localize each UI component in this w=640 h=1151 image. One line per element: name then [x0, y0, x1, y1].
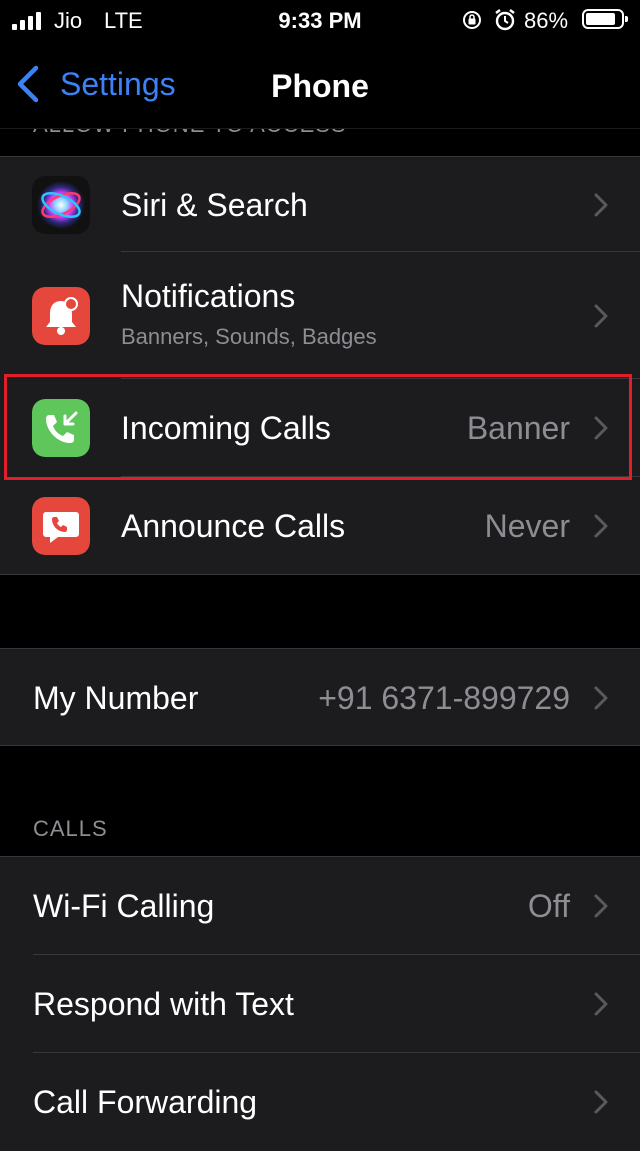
section-header-calls: CALLS — [33, 816, 108, 841]
chevron-right-icon — [594, 992, 608, 1016]
chevron-right-icon — [594, 1090, 608, 1114]
row-wifi-calling[interactable]: Wi-Fi Calling Off — [0, 857, 640, 955]
row-call-forwarding[interactable]: Call Forwarding — [0, 1053, 640, 1151]
row-notifications[interactable]: Notifications Banners, Sounds, Badges — [0, 252, 640, 379]
siri-icon — [32, 175, 90, 234]
row-label: Notifications — [121, 278, 296, 314]
row-label: Respond with Text — [33, 986, 294, 1022]
row-announce-calls[interactable]: Announce Calls Never — [0, 477, 640, 575]
row-my-number[interactable]: My Number +91 6371-899729 — [0, 649, 640, 746]
battery-icon — [582, 9, 628, 29]
row-label: Call Forwarding — [33, 1084, 258, 1120]
row-siri-search[interactable]: Siri & Search — [0, 157, 640, 252]
page-title: Phone — [271, 68, 369, 104]
row-label: Announce Calls — [121, 508, 346, 544]
alarm-icon — [495, 9, 515, 31]
row-sublabel: Banners, Sounds, Badges — [121, 324, 377, 349]
notifications-bell-icon — [32, 286, 90, 345]
row-value: Never — [484, 508, 570, 544]
row-value: +91 6371-899729 — [318, 680, 570, 716]
row-label: My Number — [33, 680, 199, 716]
announce-calls-icon — [32, 497, 90, 555]
calls-group: Wi-Fi Calling Off Respond with Text Call… — [0, 856, 640, 1151]
orientation-lock-icon — [463, 11, 481, 29]
chevron-right-icon — [594, 894, 608, 918]
chevron-right-icon — [594, 193, 608, 216]
battery-percentage: 86% — [524, 8, 569, 33]
navigation-bar: Settings Phone — [0, 40, 640, 129]
row-label: Siri & Search — [121, 187, 308, 223]
row-label: Wi-Fi Calling — [33, 888, 215, 924]
chevron-right-icon — [594, 304, 608, 327]
row-respond-with-text[interactable]: Respond with Text — [0, 955, 640, 1053]
highlight-box — [4, 374, 632, 480]
chevron-right-icon — [594, 514, 608, 538]
chevron-right-icon — [594, 686, 608, 709]
row-value: Off — [527, 888, 570, 924]
my-number-group: My Number +91 6371-899729 — [0, 648, 640, 746]
allow-access-group: Siri & Search Notifications Banners, Sou… — [0, 156, 640, 575]
status-bar: Jio LTE 9:33 PM 86% — [0, 0, 640, 40]
